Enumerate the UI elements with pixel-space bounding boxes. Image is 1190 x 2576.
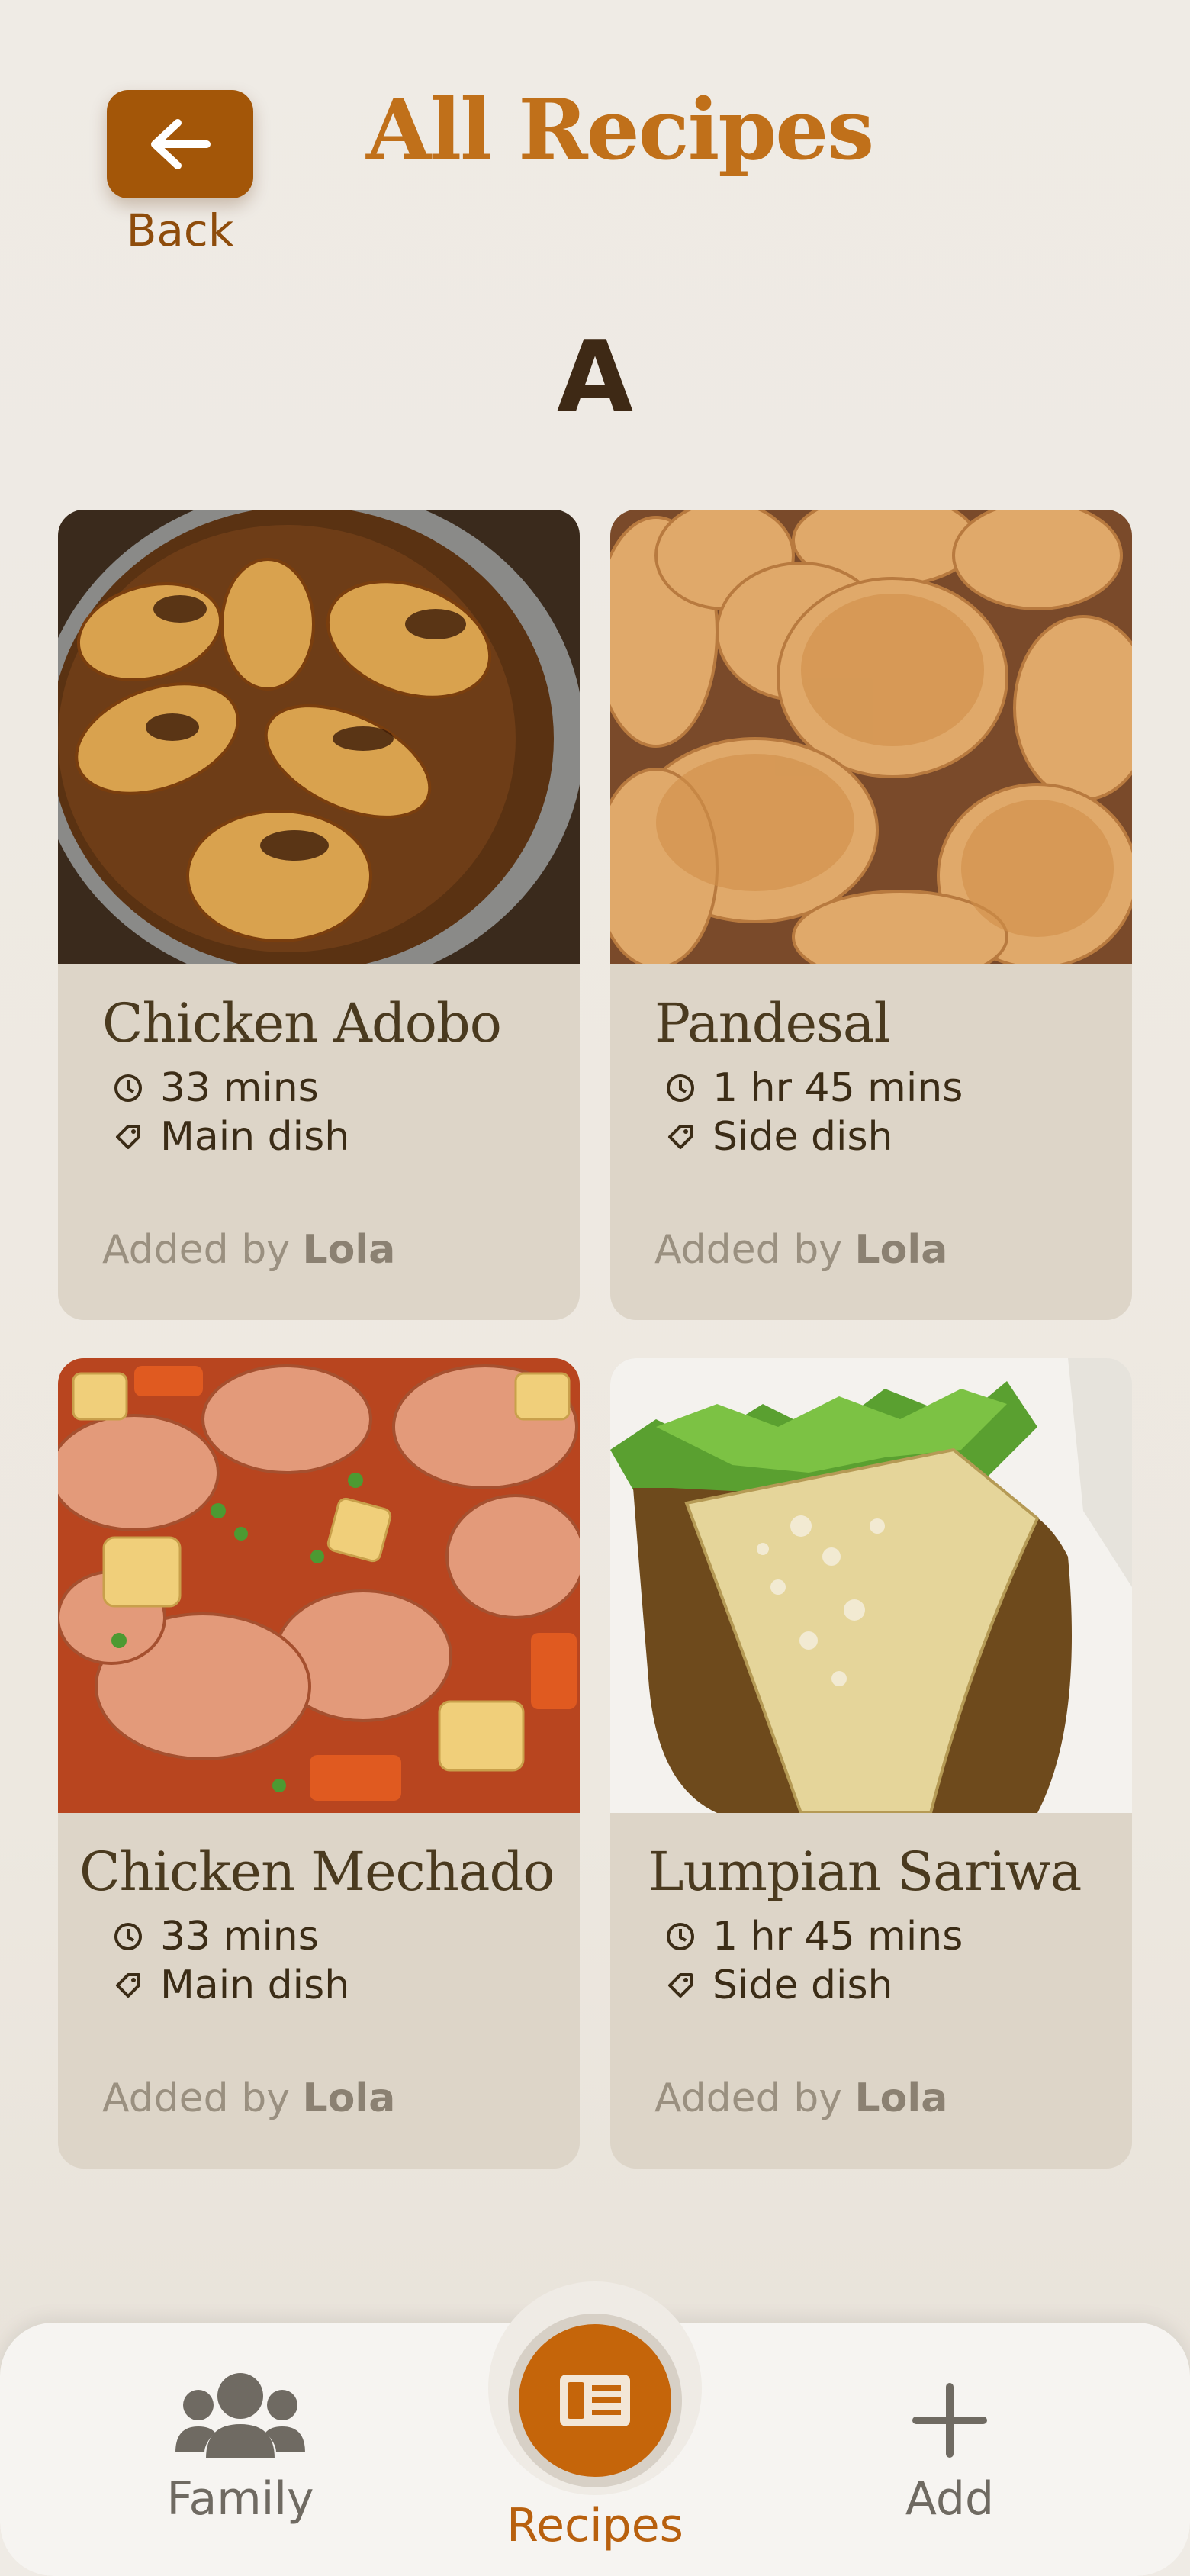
recipe-category: Side dish	[665, 1963, 893, 2008]
recipe-added-by: Added by Lola	[654, 1227, 947, 1273]
recipe-photo	[58, 510, 580, 964]
recipe-category-text: Side dish	[712, 1114, 893, 1160]
section-letter: A	[556, 319, 634, 435]
recipe-time: 1 hr 45 mins	[665, 1914, 963, 1959]
recipe-category: Main dish	[113, 1114, 349, 1160]
recipe-card-pandesal[interactable]: Pandesal 1 hr 45 mins Side dish Added by…	[610, 510, 1132, 1320]
added-by-prefix: Added by	[102, 1227, 303, 1273]
recipe-name: Pandesal	[654, 992, 891, 1055]
recipe-added-by: Added by Lola	[654, 2075, 947, 2121]
recipe-card-chicken-adobo[interactable]: Chicken Adobo 33 mins Main dish Added by…	[58, 510, 580, 1320]
recipe-name: Chicken Mechado	[79, 1840, 555, 1903]
nav-add[interactable]: Add	[831, 2358, 1068, 2541]
tag-icon	[116, 1125, 140, 1149]
recipe-added-by: Added by Lola	[102, 1227, 395, 1273]
recipe-card-lumpian-sariwa[interactable]: Lumpian Sariwa 1 hr 45 mins Side dish Ad…	[610, 1358, 1132, 2169]
recipe-name: Lumpian Sariwa	[648, 1840, 1082, 1903]
tag-icon	[116, 1973, 140, 1998]
recipe-category: Side dish	[665, 1114, 893, 1160]
recipe-author: Lola	[302, 1227, 396, 1273]
nav-recipes-button[interactable]	[519, 2324, 671, 2477]
recipe-category: Main dish	[113, 1963, 349, 2008]
nav-add-label: Add	[905, 2472, 995, 2526]
added-by-prefix: Added by	[654, 1227, 855, 1273]
back-label[interactable]: Back	[107, 204, 253, 256]
clock-icon	[667, 1074, 694, 1102]
arrow-left-icon	[151, 119, 211, 169]
recipe-time: 33 mins	[113, 1914, 319, 1959]
recipe-photo	[58, 1358, 580, 1813]
added-by-prefix: Added by	[654, 2075, 855, 2121]
recipe-added-by: Added by Lola	[102, 2075, 395, 2121]
app-screen: Back All Recipes A Chicken Adobo 33 mins…	[0, 0, 1190, 2576]
recipe-time: 1 hr 45 mins	[665, 1065, 963, 1111]
tag-icon	[668, 1973, 693, 1998]
added-by-prefix: Added by	[102, 2075, 303, 2121]
recipe-category-text: Main dish	[160, 1114, 350, 1160]
recipe-photo	[610, 1358, 1132, 1813]
clock-icon	[667, 1923, 694, 1950]
recipe-time-text: 33 mins	[160, 1914, 319, 1959]
recipe-author: Lola	[854, 2075, 948, 2121]
recipe-time-text: 1 hr 45 mins	[712, 1914, 963, 1959]
page-title: All Recipes	[366, 80, 874, 179]
recipe-category-text: Main dish	[160, 1963, 350, 2008]
recipe-author: Lola	[854, 1227, 948, 1273]
recipe-card-chicken-mechado[interactable]: Chicken Mechado 33 mins Main dish Added …	[58, 1358, 580, 2169]
recipe-time-text: 33 mins	[160, 1065, 319, 1111]
recipe-name: Chicken Adobo	[102, 992, 502, 1055]
nav-family-label: Family	[166, 2472, 314, 2526]
recipe-author: Lola	[302, 2075, 396, 2121]
recipe-book-icon	[560, 2375, 630, 2426]
plus-icon	[912, 2383, 987, 2458]
back-button[interactable]	[107, 90, 253, 198]
tag-icon	[668, 1125, 693, 1149]
nav-family[interactable]: Family	[122, 2358, 359, 2541]
recipe-time: 33 mins	[113, 1065, 319, 1111]
clock-icon	[114, 1074, 142, 1102]
clock-icon	[114, 1923, 142, 1950]
people-icon	[175, 2373, 305, 2458]
recipe-category-text: Side dish	[712, 1963, 893, 2008]
nav-recipes-label[interactable]: Recipes	[481, 2499, 709, 2552]
recipe-time-text: 1 hr 45 mins	[712, 1065, 963, 1111]
recipe-photo	[610, 510, 1132, 964]
